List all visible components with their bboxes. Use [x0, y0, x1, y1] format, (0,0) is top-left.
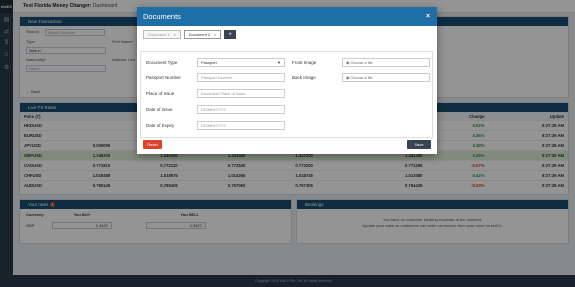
- close-tab-icon[interactable]: x: [174, 32, 176, 37]
- place-of-issue-label: Place of Issue: [146, 91, 175, 96]
- passport-number-input[interactable]: Passport Number: [197, 73, 285, 82]
- documents-modal: Documents × Document 1 x Document 2 x + …: [137, 7, 437, 154]
- document-form: Document Type Passport ▼ Passport Number…: [140, 51, 433, 138]
- close-icon[interactable]: ×: [426, 13, 430, 20]
- close-tab-icon[interactable]: x: [214, 32, 216, 37]
- tab-label: Document 2: [188, 32, 211, 37]
- tab-document-1[interactable]: Document 1 x: [143, 30, 181, 39]
- modal-header: Documents ×: [137, 7, 437, 26]
- back-image-file-input[interactable]: ◉ Choose a file: [342, 73, 430, 82]
- passport-number-label: Passport Number: [146, 75, 182, 80]
- place-of-issue-input[interactable]: Document Place of Issue: [197, 89, 285, 98]
- date-of-issue-label: Date of Issue: [146, 107, 173, 112]
- front-image-file-input[interactable]: ◉ Choose a file: [342, 58, 430, 67]
- back-image-label: Back Image: [292, 75, 316, 80]
- add-document-button[interactable]: +: [224, 30, 237, 39]
- chevron-down-icon: ▼: [277, 60, 281, 65]
- save-button[interactable]: Save: [407, 140, 431, 149]
- document-type-label: Document Type: [146, 60, 178, 65]
- document-type-select[interactable]: Passport ▼: [197, 58, 285, 67]
- tab-label: Document 1: [148, 32, 170, 37]
- tab-document-2[interactable]: Document 2 x: [183, 30, 222, 39]
- camera-icon: ◉: [346, 61, 350, 65]
- choose-file-text: Choose a file: [350, 61, 373, 65]
- document-type-value: Passport: [201, 60, 217, 65]
- date-of-issue-input[interactable]: DD/MM/YYYY: [197, 105, 285, 114]
- date-of-expiry-input[interactable]: DD/MM/YYYY: [197, 121, 285, 130]
- modal-title: Documents: [143, 12, 181, 21]
- date-of-expiry-label: Date of Expiry: [146, 123, 175, 128]
- choose-file-text: Choose a file: [350, 76, 373, 80]
- document-tabs: Document 1 x Document 2 x +: [137, 26, 437, 39]
- front-image-label: Front Image: [292, 60, 317, 65]
- camera-icon: ◉: [346, 76, 350, 80]
- reset-button[interactable]: Reset: [143, 140, 162, 149]
